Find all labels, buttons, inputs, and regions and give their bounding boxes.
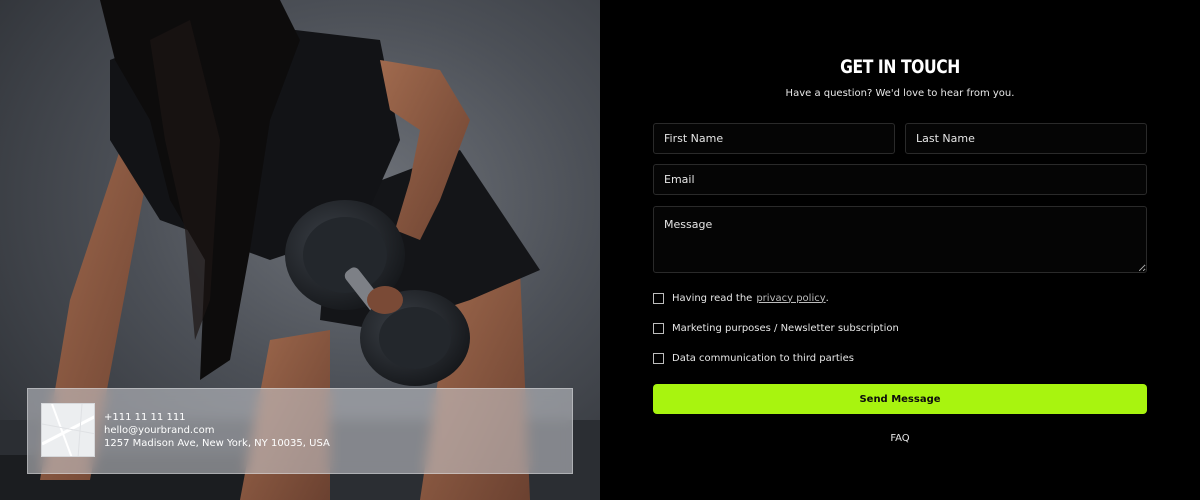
contact-email[interactable]: hello@yourbrand.com [104,424,330,437]
last-name-input[interactable] [905,123,1147,154]
marketing-consent-row: Marketing purposes / Newsletter subscrip… [653,321,899,335]
privacy-prefix: Having read the [672,292,753,304]
marketing-checkbox[interactable] [653,322,664,334]
privacy-policy-link[interactable]: privacy policy [756,293,825,304]
contact-info-card: +111 11 11 111 hello@yourbrand.com 1257 … [27,388,573,474]
email-input[interactable] [653,164,1147,195]
send-message-button[interactable]: Send Message [653,384,1147,414]
hero-photo: +111 11 11 111 hello@yourbrand.com 1257 … [0,0,600,500]
privacy-checkbox[interactable] [653,292,664,304]
map-icon[interactable] [41,403,95,457]
third-party-checkbox[interactable] [653,352,664,364]
contact-phone[interactable]: +111 11 11 111 [104,411,330,424]
contact-form: GET IN TOUCH Have a question? We'd love … [600,0,1200,500]
third-party-label: Data communication to third parties [672,352,854,364]
contact-address: 1257 Madison Ave, New York, NY 10035, US… [104,438,330,449]
message-textarea[interactable] [653,206,1147,273]
form-subtitle: Have a question? We'd love to hear from … [785,88,1015,99]
privacy-consent-row: Having read the privacy policy . [653,291,829,305]
third-party-consent-row: Data communication to third parties [653,351,854,365]
faq-link[interactable]: FAQ [600,433,1200,444]
marketing-label: Marketing purposes / Newsletter subscrip… [672,322,899,334]
form-title: GET IN TOUCH [840,56,960,78]
first-name-input[interactable] [653,123,895,154]
privacy-suffix: . [825,292,829,304]
